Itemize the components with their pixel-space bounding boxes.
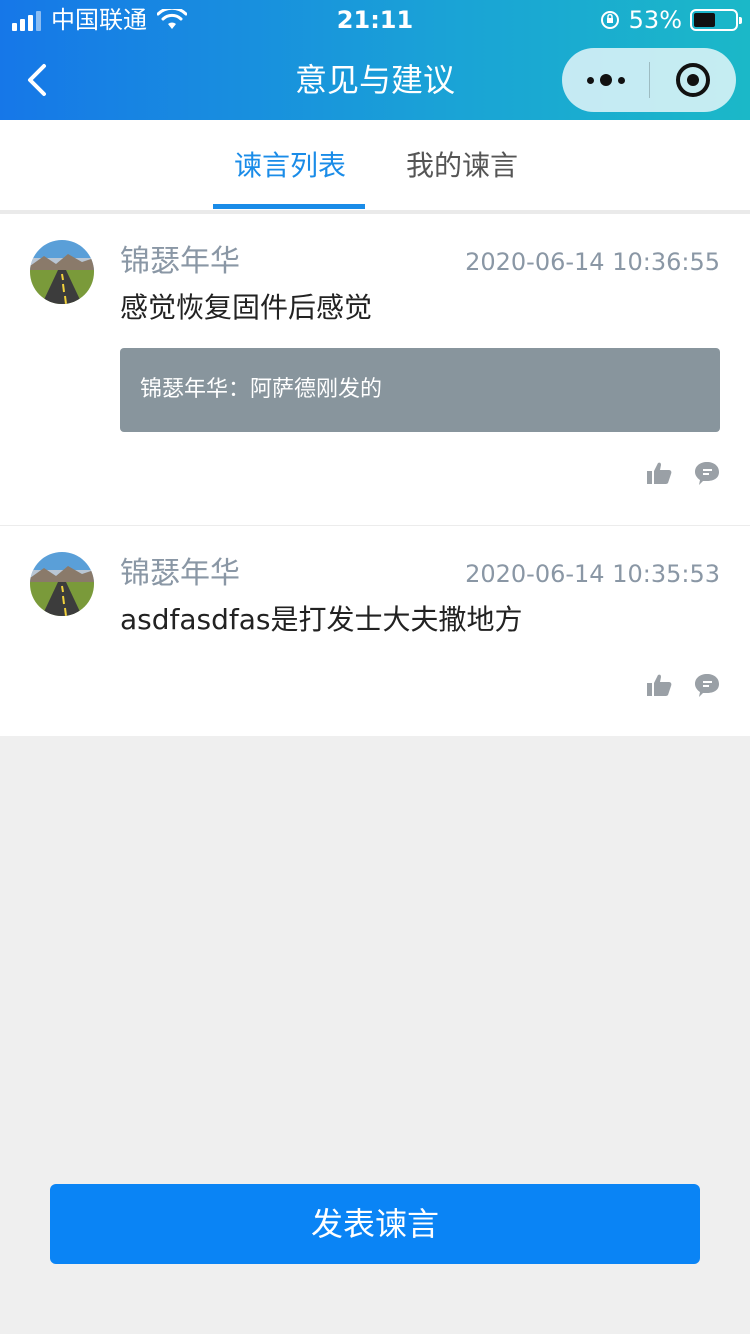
- thumbs-up-icon[interactable]: [646, 672, 672, 698]
- post-list: 锦瑟年华 2020-06-14 10:36:55 感觉恢复固件后感觉 锦瑟年华：…: [0, 214, 750, 736]
- post-timestamp: 2020-06-14 10:35:53: [465, 560, 720, 588]
- post-reply: 锦瑟年华：阿萨德刚发的: [120, 348, 720, 432]
- tab-advice-list[interactable]: 谏言列表: [234, 146, 346, 186]
- post-content: 感觉恢复固件后感觉: [120, 291, 373, 324]
- post-content: asdfasdfas是打发士大夫撒地方: [120, 603, 523, 636]
- post-actions: [646, 460, 720, 486]
- battery-percent: 53%: [628, 6, 682, 34]
- app-header: 中国联通 21:11 53% 意见与建议: [0, 0, 750, 120]
- rotation-lock-icon: [600, 11, 619, 29]
- active-tab-indicator: [213, 204, 365, 209]
- comment-bubble-icon[interactable]: [694, 672, 720, 698]
- status-bar: 中国联通 21:11 53%: [0, 0, 750, 40]
- list-item: 锦瑟年华 2020-06-14 10:36:55 感觉恢复固件后感觉 锦瑟年华：…: [0, 214, 750, 526]
- more-dots-icon[interactable]: [562, 48, 649, 112]
- record-circle-icon[interactable]: [649, 48, 736, 112]
- thumbs-up-icon[interactable]: [646, 460, 672, 486]
- avatar: [30, 552, 94, 616]
- comment-bubble-icon[interactable]: [694, 460, 720, 486]
- post-username: 锦瑟年华: [120, 556, 240, 591]
- nav-bar: 意见与建议: [0, 40, 750, 120]
- avatar: [30, 240, 94, 304]
- post-username: 锦瑟年华: [120, 244, 240, 279]
- battery-icon: [690, 9, 742, 31]
- submit-advice-button[interactable]: 发表谏言: [50, 1184, 700, 1264]
- list-item: 锦瑟年华 2020-06-14 10:35:53 asdfasdfas是打发士大…: [0, 526, 750, 736]
- post-timestamp: 2020-06-14 10:36:55: [465, 248, 720, 276]
- post-actions: [646, 672, 720, 698]
- tab-my-advice[interactable]: 我的谏言: [406, 146, 518, 186]
- mini-program-capsule: [562, 48, 736, 112]
- tab-bar: 谏言列表 我的谏言: [0, 120, 750, 210]
